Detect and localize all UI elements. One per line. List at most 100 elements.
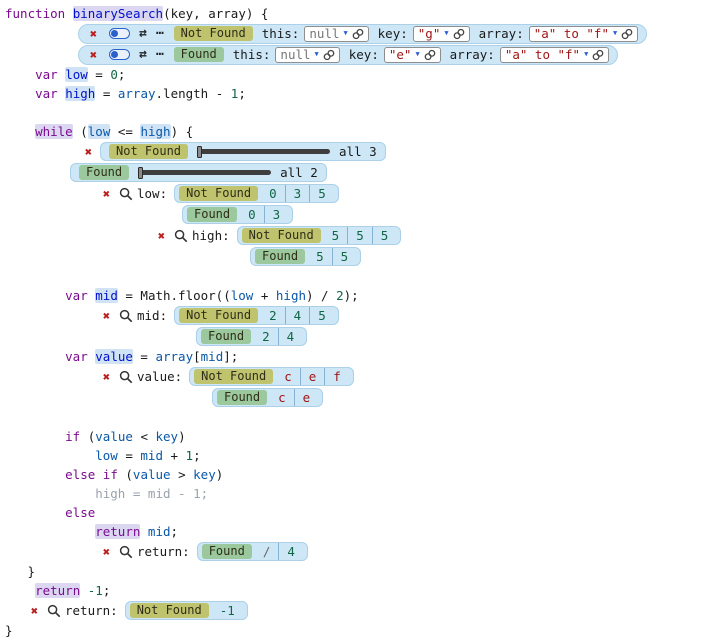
log-value-cell[interactable]: 5 bbox=[324, 227, 348, 244]
magnifier-icon[interactable] bbox=[118, 187, 133, 201]
probe-anchor-token[interactable]: return bbox=[35, 583, 80, 598]
remove-probe-icon[interactable]: ✖ bbox=[87, 27, 100, 41]
trace-badge[interactable]: Not Found bbox=[109, 144, 188, 159]
log-value-cell[interactable]: f bbox=[324, 368, 349, 385]
remove-probe-icon[interactable]: ✖ bbox=[100, 309, 113, 323]
magnifier-icon[interactable] bbox=[118, 309, 133, 323]
trace-badge[interactable]: Not Found bbox=[179, 186, 258, 201]
log-value-cell[interactable]: 5 bbox=[332, 248, 357, 265]
remove-probe-icon[interactable]: ✖ bbox=[100, 370, 113, 384]
log-value-cell[interactable]: / bbox=[255, 543, 279, 560]
enable-toggle[interactable] bbox=[109, 49, 130, 60]
code-line: var low = 0; bbox=[0, 65, 712, 84]
slider-handle[interactable] bbox=[138, 167, 143, 179]
probe-anchor-token[interactable]: low bbox=[65, 67, 88, 82]
log-value-cell[interactable]: -1 bbox=[212, 602, 243, 619]
swap-arrows-icon[interactable]: ⇄ bbox=[139, 47, 147, 62]
trace-badge[interactable]: Found bbox=[187, 207, 237, 222]
more-options-icon[interactable]: ⋯ bbox=[156, 47, 165, 62]
iteration-slider[interactable] bbox=[138, 170, 271, 175]
magnifier-icon[interactable] bbox=[118, 370, 133, 384]
log-value-cell[interactable]: e bbox=[294, 389, 319, 406]
remove-probe-icon[interactable]: ✖ bbox=[100, 187, 113, 201]
log-value-cell[interactable]: 5 bbox=[308, 248, 332, 265]
link-icon[interactable] bbox=[453, 28, 465, 40]
iteration-slider[interactable] bbox=[197, 149, 330, 154]
remove-probe-icon[interactable]: ✖ bbox=[100, 545, 113, 559]
trace-badge[interactable]: Found bbox=[202, 544, 252, 559]
remove-probe-icon[interactable]: ✖ bbox=[82, 145, 95, 159]
log-value-cell[interactable]: 2 bbox=[254, 328, 278, 345]
log-value-cell[interactable]: e bbox=[300, 368, 325, 385]
log-value-cell[interactable]: 5 bbox=[309, 185, 334, 202]
probe-anchor-token[interactable]: low bbox=[88, 124, 111, 139]
key-value-dropdown[interactable]: "e"▼ bbox=[384, 47, 441, 63]
log-probe-row: ✖high:Not Found555 bbox=[155, 225, 712, 246]
trace-badge[interactable]: Not Found bbox=[194, 369, 273, 384]
code-line: low = mid + 1; bbox=[0, 446, 712, 465]
code-editor: function binarySearch(key, array) {✖⇄⋯No… bbox=[0, 0, 712, 640]
trace-badge[interactable]: Found bbox=[201, 329, 251, 344]
code-token: var bbox=[65, 288, 88, 303]
log-value-cell[interactable]: 4 bbox=[278, 543, 303, 560]
log-value-cell[interactable]: 5 bbox=[309, 307, 334, 324]
this-value-dropdown[interactable]: null▼ bbox=[304, 26, 368, 42]
log-value-cell[interactable]: 0 bbox=[261, 185, 285, 202]
trace-badge[interactable]: Not Found bbox=[242, 228, 321, 243]
link-icon[interactable] bbox=[621, 28, 633, 40]
probe-anchor-token[interactable]: value bbox=[95, 349, 133, 364]
swap-arrows-icon[interactable]: ⇄ bbox=[139, 26, 147, 41]
code-token: ; bbox=[118, 67, 126, 82]
log-value-cell[interactable]: 4 bbox=[278, 328, 303, 345]
probe-anchor-token[interactable]: while bbox=[35, 124, 73, 139]
code-line: return -1; bbox=[0, 581, 712, 600]
log-value-cell[interactable]: 3 bbox=[285, 185, 310, 202]
code-line: if (value < key) bbox=[0, 427, 712, 446]
log-value-cell[interactable]: 4 bbox=[285, 307, 310, 324]
trace-badge[interactable]: Found bbox=[174, 47, 224, 62]
trace-badge[interactable]: Not Found bbox=[174, 26, 253, 41]
trace-badge[interactable]: Found bbox=[79, 165, 129, 180]
trace-badge[interactable]: Not Found bbox=[130, 603, 209, 618]
probe-anchor-token[interactable]: return bbox=[95, 524, 140, 539]
probe-anchor-token[interactable]: high bbox=[140, 124, 170, 139]
key-value-dropdown[interactable]: "g"▼ bbox=[413, 26, 470, 42]
more-options-icon[interactable]: ⋯ bbox=[156, 26, 165, 41]
magnifier-icon[interactable] bbox=[173, 229, 188, 243]
log-value-cell[interactable]: c bbox=[276, 368, 300, 385]
probe-anchor-token[interactable]: high bbox=[65, 86, 95, 101]
magnifier-icon[interactable] bbox=[46, 604, 61, 618]
link-icon[interactable] bbox=[323, 49, 335, 61]
log-value-cell[interactable]: 0 bbox=[240, 206, 264, 223]
remove-probe-icon[interactable]: ✖ bbox=[155, 229, 168, 243]
array-value-dropdown[interactable]: "a" to "f"▼ bbox=[500, 47, 609, 63]
code-token: high = mid - 1; bbox=[95, 486, 208, 501]
slider-handle[interactable] bbox=[197, 146, 202, 158]
probe-anchor-token[interactable]: mid bbox=[95, 288, 118, 303]
iteration-count-label: all 2 bbox=[280, 165, 318, 180]
dropdown-value: "a" to "f" bbox=[505, 47, 580, 62]
array-value-dropdown[interactable]: "a" to "f"▼ bbox=[529, 26, 638, 42]
this-value-dropdown[interactable]: null▼ bbox=[275, 47, 339, 63]
dropdown-value: "e" bbox=[389, 47, 412, 62]
probe-variable-label: return: bbox=[137, 544, 190, 559]
remove-probe-icon[interactable]: ✖ bbox=[87, 48, 100, 62]
trace-badge[interactable]: Not Found bbox=[179, 308, 258, 323]
probe-anchor-token[interactable]: binarySearch bbox=[73, 6, 163, 21]
log-probe-box: Foundce bbox=[212, 388, 323, 407]
link-icon[interactable] bbox=[424, 49, 436, 61]
link-icon[interactable] bbox=[592, 49, 604, 61]
log-value-cell[interactable]: 2 bbox=[261, 307, 285, 324]
log-value-cell[interactable]: c bbox=[270, 389, 294, 406]
trace-badge[interactable]: Found bbox=[217, 390, 267, 405]
remove-probe-icon[interactable]: ✖ bbox=[28, 604, 41, 618]
code-token: + bbox=[253, 288, 276, 303]
log-value-cell[interactable]: 5 bbox=[347, 227, 372, 244]
enable-toggle[interactable] bbox=[109, 28, 130, 39]
code-token: ( bbox=[118, 467, 133, 482]
magnifier-icon[interactable] bbox=[118, 545, 133, 559]
trace-badge[interactable]: Found bbox=[255, 249, 305, 264]
log-value-cell[interactable]: 5 bbox=[372, 227, 397, 244]
log-value-cell[interactable]: 3 bbox=[264, 206, 289, 223]
link-icon[interactable] bbox=[352, 28, 364, 40]
